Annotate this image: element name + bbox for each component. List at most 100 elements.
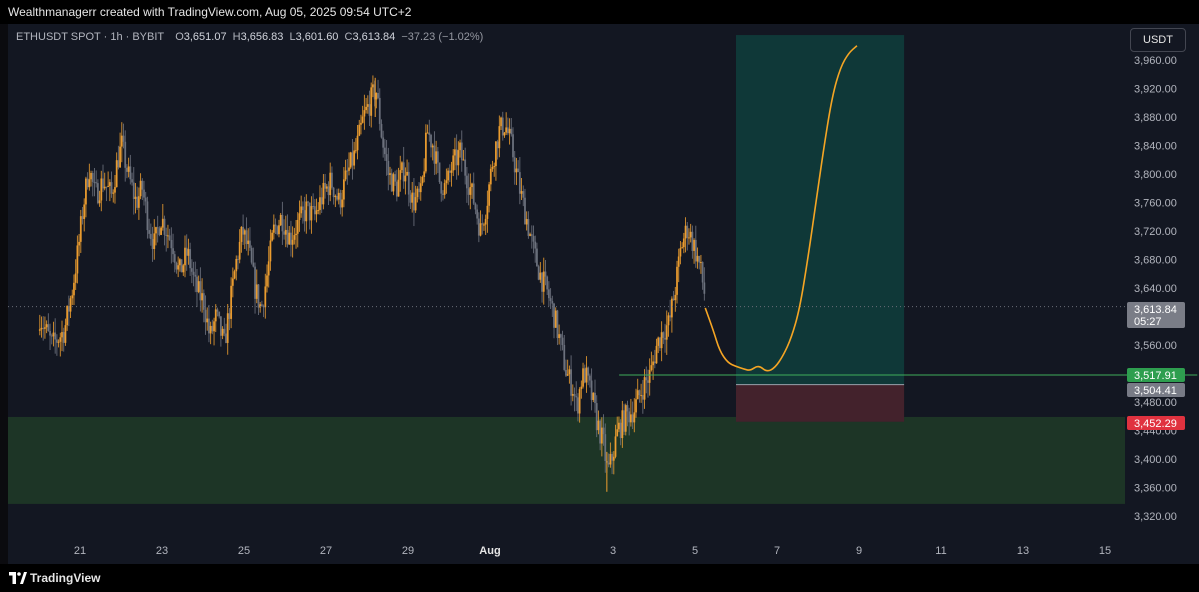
candle-body xyxy=(112,192,115,194)
candle-body xyxy=(86,178,89,188)
candlestick-chart[interactable]: 3,320.003,360.003,400.003,440.003,480.00… xyxy=(0,0,1199,564)
candle-body xyxy=(684,225,687,239)
candle-body xyxy=(272,224,275,233)
candle-body xyxy=(669,315,672,318)
candle-body xyxy=(443,183,446,195)
candle-body xyxy=(448,170,451,173)
candle-body xyxy=(307,201,309,203)
candle-body xyxy=(573,394,576,397)
candle-body xyxy=(286,229,289,245)
candle-body xyxy=(108,182,111,186)
candle-body xyxy=(134,196,137,200)
candle-body xyxy=(189,249,192,269)
candle-body xyxy=(614,436,617,457)
candle-body xyxy=(638,390,641,396)
candle-body xyxy=(313,206,316,215)
candle-body xyxy=(366,104,369,107)
candle-body xyxy=(670,298,673,318)
candle-body xyxy=(682,238,685,248)
candle-body xyxy=(450,170,453,173)
currency-selector[interactable]: USDT xyxy=(1130,28,1186,52)
candle-body xyxy=(493,166,496,168)
candle-body xyxy=(655,345,658,364)
candle-body xyxy=(317,209,320,211)
candle-body xyxy=(674,294,677,301)
candle-body xyxy=(512,134,514,158)
candle-body xyxy=(418,188,420,193)
y-tick-label: 3,480.00 xyxy=(1134,397,1177,409)
candle-body xyxy=(148,230,151,234)
x-tick-label: 11 xyxy=(935,545,946,557)
candle-body xyxy=(107,185,110,187)
candle-body xyxy=(161,218,164,228)
candle-body xyxy=(120,135,123,147)
stop-zone xyxy=(736,384,905,422)
candle-body xyxy=(679,248,682,257)
candle-body xyxy=(228,313,231,319)
candle-body xyxy=(616,429,619,437)
candle-body xyxy=(69,298,72,312)
candle-body xyxy=(249,240,251,248)
candle-body xyxy=(271,232,274,241)
candle-body xyxy=(305,201,308,222)
candle-body xyxy=(377,93,379,98)
symbol-legend[interactable]: ETHUSDT SPOT · 1h · BYBIT O3,651.07 H3,6… xyxy=(16,31,483,43)
candle-body xyxy=(604,434,607,461)
candle-body xyxy=(346,170,349,172)
candle-body xyxy=(513,157,516,173)
candle-body xyxy=(542,271,545,292)
x-tick-label: 25 xyxy=(238,545,250,557)
candle-body xyxy=(424,132,427,172)
candle-body xyxy=(223,328,226,334)
candle-body xyxy=(554,310,557,328)
candle-body xyxy=(416,188,419,198)
candle-body xyxy=(182,265,185,273)
candle-body xyxy=(204,309,207,323)
candle-body xyxy=(525,219,528,225)
candle-body xyxy=(300,206,303,214)
candle-body xyxy=(607,462,610,465)
candle-body xyxy=(653,361,656,364)
candle-body xyxy=(238,241,241,260)
candle-body xyxy=(595,403,598,431)
candle-body xyxy=(570,369,572,396)
y-tick-label: 3,760.00 xyxy=(1134,198,1177,210)
candle-body xyxy=(158,228,161,235)
candle-body xyxy=(455,149,458,166)
candle-body xyxy=(295,233,297,236)
candle-body xyxy=(590,380,593,400)
candle-body xyxy=(218,311,221,317)
candle-body xyxy=(187,249,190,256)
close-value: 3,613.84 xyxy=(352,31,396,43)
candle-body xyxy=(394,174,397,182)
candle-body xyxy=(178,259,181,266)
candle-body xyxy=(568,369,571,375)
candle-body xyxy=(44,327,46,329)
candle-body xyxy=(322,182,325,205)
candle-body xyxy=(274,224,277,227)
candle-body xyxy=(310,206,313,221)
candle-body xyxy=(247,240,250,245)
candle-body xyxy=(168,235,171,240)
candle-body xyxy=(631,414,634,423)
symbol-name[interactable]: ETHUSDT SPOT · 1h · BYBIT xyxy=(16,31,164,43)
candle-body xyxy=(231,278,234,286)
candle-body xyxy=(98,200,101,204)
candle-body xyxy=(177,265,180,270)
candle-body xyxy=(582,368,584,387)
footer: TradingView xyxy=(0,564,1199,592)
candle-body xyxy=(119,146,121,168)
price-tag-label: 3,613.84 xyxy=(1134,304,1177,316)
candle-body xyxy=(397,179,400,197)
candle-body xyxy=(336,195,338,200)
high-value: 3,656.83 xyxy=(240,31,284,43)
candle-body xyxy=(530,234,533,236)
candle-body xyxy=(269,240,272,262)
candle-body xyxy=(481,223,484,225)
target-zone xyxy=(736,35,905,385)
candle-body xyxy=(392,174,395,192)
candle-body xyxy=(83,204,86,219)
candle-body xyxy=(264,286,267,308)
candle-body xyxy=(645,377,648,381)
candle-body xyxy=(503,132,506,136)
